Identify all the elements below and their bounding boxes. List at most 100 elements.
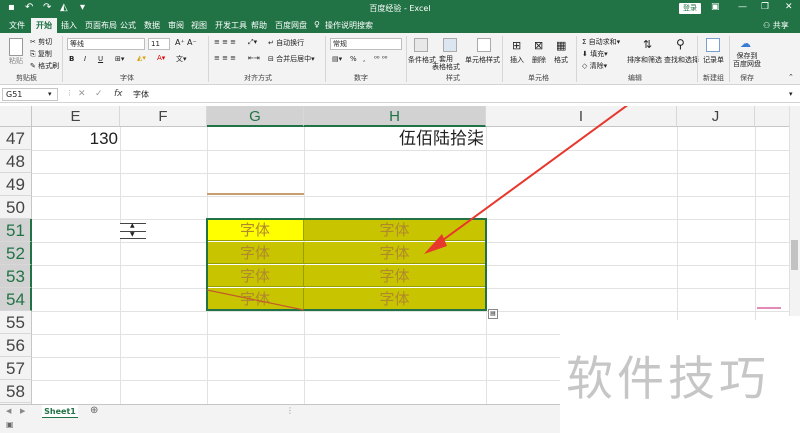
phonetic-icon[interactable]: 文▾	[176, 54, 187, 64]
tab-home[interactable]: 开始	[31, 18, 57, 33]
autosum-button[interactable]: Σ 自动求和▾	[582, 37, 620, 47]
record-form-button[interactable]: 记录单	[703, 55, 724, 65]
format-painter-label: 格式刷	[38, 62, 60, 70]
tab-formulas[interactable]: 公式	[120, 20, 136, 31]
enter-icon[interactable]: ✓	[95, 89, 103, 99]
restore-icon[interactable]: ❐	[761, 2, 769, 12]
share-label: 共享	[772, 21, 789, 30]
conditional-format-icon	[414, 38, 428, 52]
currency-icon[interactable]: ▤▾	[332, 55, 342, 63]
delete-cells-icon: ⊠	[534, 39, 544, 52]
styles-group-label: 样式	[446, 74, 460, 82]
formula-input[interactable]: 字体	[133, 89, 149, 100]
separator	[325, 36, 326, 82]
tab-data[interactable]: 数据	[144, 20, 160, 31]
comma-button[interactable]: ,	[363, 55, 365, 63]
tell-me-search[interactable]: 操作说明搜索	[325, 20, 373, 31]
decimal-icon[interactable]: ⁰⁰ ⁰⁰	[374, 55, 387, 63]
borders-icon[interactable]: ⊞▾	[115, 55, 124, 63]
number-format-select[interactable]: 常规	[330, 38, 402, 50]
bold-button[interactable]: B	[69, 55, 74, 63]
sort-filter-icon: ⇅	[643, 38, 653, 51]
sheet-tab-bar: ◀ ▶ Sheet1 ⊕ ⋮	[0, 404, 560, 419]
delete-cells-button[interactable]: 删除	[532, 55, 546, 65]
insert-cells-icon: ⊞	[512, 39, 522, 52]
cut-button[interactable]: ✂ 剪切	[30, 37, 52, 47]
name-box-dropdown-icon[interactable]: ▾	[48, 90, 52, 98]
collapse-ribbon-icon[interactable]: ⌃	[788, 73, 794, 81]
sort-filter-button[interactable]: 排序和筛选	[627, 55, 662, 65]
tab-insert[interactable]: 插入	[61, 20, 77, 31]
scrollbar-thumb[interactable]	[791, 240, 798, 270]
expand-formula-icon[interactable]: ▾	[789, 90, 793, 98]
close-icon[interactable]: ✕	[785, 2, 793, 12]
add-sheet-icon[interactable]: ⊕	[90, 405, 98, 416]
more-icon: ⋮	[66, 89, 73, 97]
insert-cells-button[interactable]: 插入	[510, 55, 524, 65]
copy-button[interactable]: ⎘ 复制	[30, 49, 52, 59]
save-group-label: 保存	[740, 74, 754, 82]
find-select-button[interactable]: 查找和选择	[664, 55, 699, 65]
decrease-font-icon[interactable]: A⁻	[187, 38, 197, 47]
tab-view[interactable]: 视图	[191, 20, 207, 31]
fill-button[interactable]: ⬇ 填充▾	[582, 49, 608, 59]
status-bar: ▣	[0, 418, 560, 433]
cancel-icon[interactable]: ✕	[78, 89, 86, 99]
increase-font-icon[interactable]: A⁺	[175, 38, 185, 47]
editing-group-label: 编辑	[628, 74, 642, 82]
macro-record-icon[interactable]: ▣	[6, 420, 14, 429]
font-size-select[interactable]: 11	[148, 38, 170, 50]
ribbon-tabs: 文件 开始 插入 页面布局 公式 数据 审阅 视图 开发工具 帮助 百度网盘 ♀…	[0, 17, 800, 33]
minimize-icon[interactable]: —	[738, 2, 747, 12]
tab-file[interactable]: 文件	[9, 20, 25, 31]
cut-label: 剪切	[38, 38, 53, 46]
align-top-icon[interactable]: ≡ ≡ ≡	[214, 38, 236, 46]
format-cells-button[interactable]: 格式	[554, 55, 568, 65]
sheet-tab-sheet1[interactable]: Sheet1	[42, 405, 78, 419]
number-group-label: 数字	[354, 74, 368, 82]
vertical-scrollbar[interactable]	[789, 106, 800, 316]
separator	[62, 36, 63, 82]
tab-help[interactable]: 帮助	[251, 20, 267, 31]
paste-icon[interactable]	[9, 38, 23, 56]
format-as-table-button[interactable]: 套用 表格格式	[432, 55, 460, 71]
format-cells-icon: ▦	[556, 39, 567, 52]
font-name-select[interactable]: 等线	[67, 38, 145, 50]
lightbulb-icon: ♀	[314, 20, 320, 29]
next-sheet-icon[interactable]: ▶	[20, 407, 25, 415]
tab-page-layout[interactable]: 页面布局	[85, 20, 117, 31]
save-to-baidu-button[interactable]: 保存到 百度网盘	[733, 52, 761, 68]
percent-button[interactable]: %	[350, 55, 357, 63]
watermark: 软件技巧	[566, 352, 770, 407]
format-painter-button[interactable]: ✎ 格式刷	[30, 61, 59, 71]
ribbon-options-icon[interactable]: ▣	[711, 2, 720, 12]
font-color-icon[interactable]: A▾	[157, 54, 165, 62]
underline-button[interactable]: U	[98, 55, 103, 63]
tab-baidu-netdisk[interactable]: 百度网盘	[275, 20, 307, 31]
wrap-text-button[interactable]: ↵ 自动换行	[268, 38, 304, 48]
fill-color-icon[interactable]: ◭▾	[137, 54, 146, 62]
align-left-icon[interactable]: ≡ ≡ ≡	[214, 54, 236, 62]
format-as-table-icon	[443, 38, 457, 52]
login-button[interactable]: 登录	[679, 3, 701, 14]
new-group-label: 新建组	[703, 74, 724, 82]
merge-center-label: 合并后居中	[276, 55, 312, 63]
indent-icon[interactable]: ⇤⇥	[248, 54, 260, 62]
find-select-icon: ⚲	[676, 37, 685, 51]
paste-button[interactable]: 粘贴	[9, 56, 23, 66]
italic-button[interactable]: I	[84, 55, 86, 63]
baidu-cloud-icon: ☁	[740, 37, 751, 50]
tab-developer[interactable]: 开发工具	[215, 20, 247, 31]
wrap-text-label: 自动换行	[276, 39, 305, 47]
tab-review[interactable]: 审阅	[168, 20, 184, 31]
prev-sheet-icon[interactable]: ◀	[6, 407, 11, 415]
clipboard-group-label: 剪贴板	[16, 74, 37, 82]
orientation-icon[interactable]: ⤢▾	[248, 38, 257, 47]
merge-center-button[interactable]: ⊟ 合并后居中▾	[268, 54, 315, 64]
share-button[interactable]: ⚇ 共享	[763, 20, 789, 31]
insert-function-button[interactable]: fx	[114, 89, 123, 99]
record-form-icon	[706, 38, 720, 52]
cell-styles-button[interactable]: 单元格样式	[465, 55, 500, 65]
pink-shape	[757, 307, 781, 317]
clear-button[interactable]: ◇ 清除▾	[582, 61, 607, 71]
